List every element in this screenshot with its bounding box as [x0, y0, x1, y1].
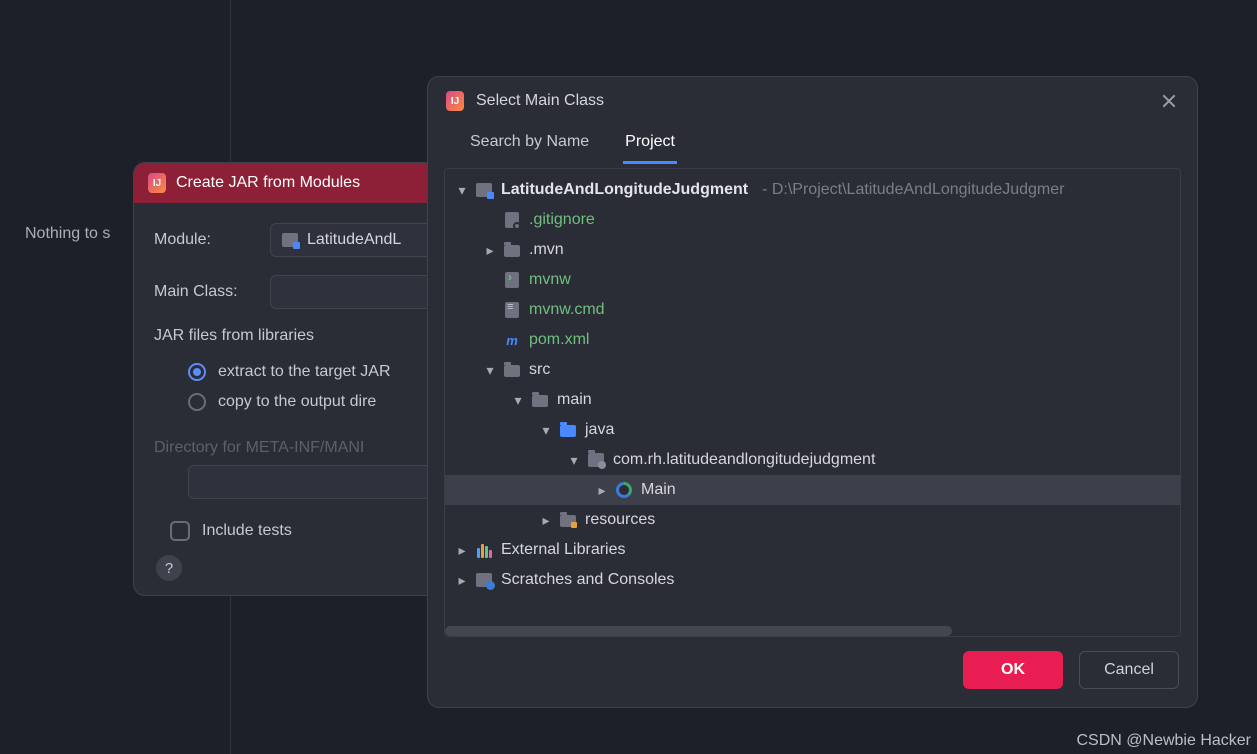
chevron-down-icon[interactable]: ▾	[541, 422, 551, 439]
file-icon	[505, 302, 519, 318]
tree-project-root[interactable]: ▾ LatitudeAndLongitudeJudgment - D:\Proj…	[445, 175, 1180, 205]
file-icon	[505, 212, 519, 228]
tree-folder-mvn[interactable]: ▸ .mvn	[445, 235, 1180, 265]
checkbox-icon	[170, 521, 190, 541]
scratches-icon	[476, 573, 492, 587]
tree-file-gitignore[interactable]: .gitignore	[445, 205, 1180, 235]
select-main-class-dialog: Select Main Class Search by Name Project…	[427, 76, 1198, 708]
file-label: mvnw.cmd	[529, 301, 605, 319]
radio-copy-label: copy to the output dire	[218, 393, 376, 411]
watermark-text: CSDN @Newbie Hacker	[1076, 732, 1251, 750]
tree-folder-main[interactable]: ▾ main	[445, 385, 1180, 415]
source-folder-icon	[560, 425, 576, 437]
app-icon	[148, 173, 166, 193]
tree-external-libraries[interactable]: ▸ External Libraries	[445, 535, 1180, 565]
package-label: com.rh.latitudeandlongitudejudgment	[613, 451, 875, 469]
folder-label: src	[529, 361, 550, 379]
app-icon	[446, 91, 464, 111]
chevron-right-icon[interactable]: ▸	[457, 542, 467, 559]
cancel-button[interactable]: Cancel	[1079, 651, 1179, 689]
tree-file-mvnw[interactable]: mvnw	[445, 265, 1180, 295]
tree-folder-resources[interactable]: ▸ resources	[445, 505, 1180, 535]
help-button[interactable]: ?	[156, 555, 182, 581]
tree-folder-src[interactable]: ▾ src	[445, 355, 1180, 385]
script-file-icon	[505, 272, 519, 288]
dialog-title: Select Main Class	[476, 92, 604, 110]
tree-package[interactable]: ▾ com.rh.latitudeandlongitudejudgment	[445, 445, 1180, 475]
main-class-label: Main Class:	[154, 283, 252, 301]
external-libraries-label: External Libraries	[501, 541, 626, 559]
radio-icon	[188, 393, 206, 411]
libraries-icon	[477, 542, 492, 558]
tree-file-mvnw-cmd[interactable]: mvnw.cmd	[445, 295, 1180, 325]
resources-folder-icon	[560, 515, 576, 527]
tabs: Search by Name Project	[428, 119, 1197, 164]
background-text: Nothing to s	[25, 225, 110, 243]
tree-file-pom[interactable]: m pom.xml	[445, 325, 1180, 355]
folder-icon	[504, 245, 520, 257]
module-icon	[282, 233, 298, 247]
module-label: Module:	[154, 231, 252, 249]
file-label: pom.xml	[529, 331, 589, 349]
radio-icon	[188, 363, 206, 381]
module-value: LatitudeAndL	[307, 231, 401, 249]
horizontal-scrollbar[interactable]	[445, 624, 1180, 636]
dialog-footer: OK Cancel	[428, 637, 1197, 707]
help-symbol: ?	[165, 560, 173, 577]
create-jar-title: Create JAR from Modules	[176, 174, 360, 192]
class-icon	[616, 482, 632, 498]
radio-extract-label: extract to the target JAR	[218, 363, 391, 381]
tree-folder-java[interactable]: ▾ java	[445, 415, 1180, 445]
chevron-down-icon[interactable]: ▾	[457, 182, 467, 199]
chevron-right-icon[interactable]: ▸	[457, 572, 467, 589]
include-tests-label: Include tests	[202, 522, 292, 540]
ok-button[interactable]: OK	[963, 651, 1063, 689]
chevron-down-icon[interactable]: ▾	[485, 362, 495, 379]
project-tree-pane[interactable]: ▾ LatitudeAndLongitudeJudgment - D:\Proj…	[444, 168, 1181, 637]
folder-label: resources	[585, 511, 655, 529]
project-name: LatitudeAndLongitudeJudgment	[501, 181, 748, 199]
module-icon	[476, 183, 492, 197]
tab-search-by-name[interactable]: Search by Name	[468, 125, 591, 164]
select-main-class-titlebar: Select Main Class	[428, 77, 1197, 119]
chevron-right-icon[interactable]: ▸	[541, 512, 551, 529]
chevron-right-icon[interactable]: ▸	[597, 482, 607, 499]
project-path: - D:\Project\LatitudeAndLongitudeJudgmer	[762, 181, 1064, 199]
file-label: mvnw	[529, 271, 571, 289]
chevron-down-icon[interactable]: ▾	[513, 392, 523, 409]
tree-class-main[interactable]: ▸ Main	[445, 475, 1180, 505]
folder-label: java	[585, 421, 614, 439]
maven-icon: m	[503, 331, 521, 349]
file-label: .gitignore	[529, 211, 595, 229]
folder-icon	[504, 365, 520, 377]
package-icon	[588, 453, 604, 467]
chevron-down-icon[interactable]: ▾	[569, 452, 579, 469]
class-label: Main	[641, 481, 676, 499]
folder-label: main	[557, 391, 592, 409]
folder-icon	[532, 395, 548, 407]
tree-scratches[interactable]: ▸ Scratches and Consoles	[445, 565, 1180, 595]
chevron-right-icon[interactable]: ▸	[485, 242, 495, 259]
close-icon[interactable]	[1159, 91, 1179, 111]
project-tree: ▾ LatitudeAndLongitudeJudgment - D:\Proj…	[445, 169, 1180, 601]
scrollbar-thumb[interactable]	[445, 626, 952, 636]
tab-project[interactable]: Project	[623, 125, 677, 164]
folder-label: .mvn	[529, 241, 564, 259]
scratches-label: Scratches and Consoles	[501, 571, 674, 589]
